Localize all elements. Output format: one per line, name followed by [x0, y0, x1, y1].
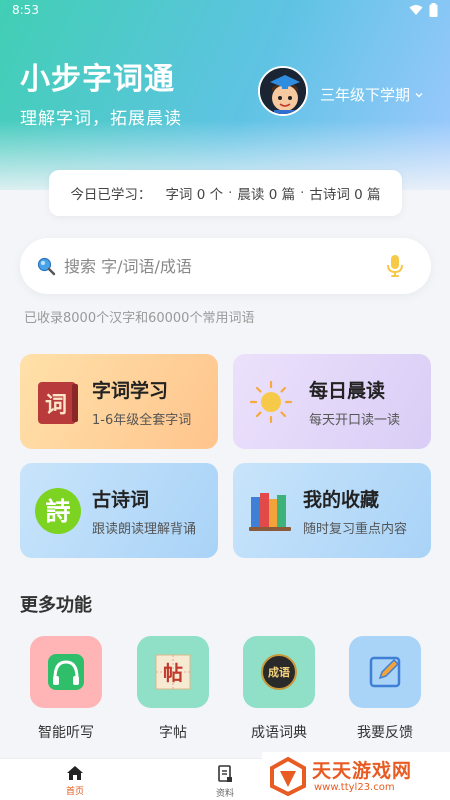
- nav-label: 首页: [65, 787, 84, 797]
- card-ancient-poems[interactable]: 詩 古诗词 跟读朗读理解背诵: [20, 463, 218, 558]
- grade-selector[interactable]: 三年级下学期: [320, 84, 424, 105]
- card-title: 字词学习: [92, 380, 169, 402]
- stats-separator: ·: [228, 185, 233, 201]
- card-desc: 1-6年级全套字词: [92, 413, 192, 428]
- stats-poems: 古诗词 0 篇: [309, 187, 381, 203]
- func-icon-bg: 帖: [137, 636, 209, 708]
- func-icon-bg: [349, 636, 421, 708]
- svg-text:词: 词: [45, 392, 67, 418]
- card-desc: 跟读朗读理解背诵: [92, 522, 197, 537]
- card-my-favorites[interactable]: 我的收藏 随时复习重点内容: [233, 463, 431, 558]
- func-label: 我要反馈: [357, 725, 413, 741]
- nav-label: 资料: [215, 789, 234, 799]
- nav-home[interactable]: 首页: [55, 765, 95, 797]
- status-bar: 8:53: [0, 0, 450, 22]
- avatar[interactable]: [258, 66, 308, 116]
- status-icons: [409, 3, 438, 17]
- card-title: 古诗词: [92, 489, 150, 511]
- card-word-learning[interactable]: 词 字词学习 1-6年级全套字词: [20, 354, 218, 449]
- func-copybook[interactable]: 帖 字帖: [128, 636, 218, 742]
- more-features-title: 更多功能: [20, 595, 92, 616]
- card-desc: 每天开口读一读: [309, 413, 401, 428]
- watermark: 天天游戏网 www.ttyl23.com: [262, 752, 450, 800]
- status-time: 8:53: [12, 3, 39, 17]
- func-icon-bg: [30, 636, 102, 708]
- card-title: 每日晨读: [309, 380, 386, 402]
- home-icon: [67, 766, 83, 780]
- wifi-icon: [409, 5, 423, 15]
- app-subtitle: 理解字词，拓展晨读: [20, 109, 182, 129]
- app-title: 小步字词通: [20, 62, 175, 97]
- books-icon: [249, 493, 291, 531]
- word-book-icon: 词: [38, 382, 78, 424]
- copybook-icon: 帖: [155, 654, 191, 690]
- poem-icon: 詩: [35, 488, 81, 534]
- grade-label: 三年级下学期: [320, 86, 411, 104]
- svg-text:帖: 帖: [163, 661, 183, 685]
- card-title: 我的收藏: [303, 489, 380, 511]
- nav-materials[interactable]: 资料: [205, 765, 245, 799]
- sun-icon: [249, 380, 293, 424]
- battery-icon: [429, 3, 438, 17]
- stats-separator: ·: [300, 185, 305, 201]
- watermark-text: 天天游戏网: [312, 760, 413, 782]
- svg-text:成语: 成语: [268, 665, 290, 679]
- card-morning-reading[interactable]: 每日晨读 每天开口读一读: [233, 354, 431, 449]
- edit-icon: [369, 656, 401, 688]
- search-box[interactable]: [20, 238, 431, 294]
- func-dictation[interactable]: 智能听写: [21, 636, 111, 742]
- stats-reading: 晨读 0 篇: [237, 187, 296, 203]
- func-label: 字帖: [159, 725, 187, 741]
- stats-words: 字词 0 个: [165, 187, 224, 203]
- today-stats-card: 今日已学习： 字词 0 个 · 晨读 0 篇 · 古诗词 0 篇: [49, 170, 402, 216]
- microphone-icon[interactable]: [385, 254, 405, 278]
- func-label: 智能听写: [38, 725, 94, 741]
- svg-text:詩: 詩: [45, 497, 70, 526]
- func-icon-bg: 成语: [243, 636, 315, 708]
- chevron-down-icon: [415, 92, 423, 97]
- headphones-icon: [48, 654, 84, 690]
- document-icon: [218, 765, 232, 782]
- idiom-icon: 成语: [261, 654, 297, 690]
- watermark-logo-icon: [270, 756, 306, 796]
- collection-note: 已收录8000个汉字和60000个常用词语: [24, 311, 255, 326]
- search-icon: [37, 257, 56, 276]
- search-input[interactable]: [64, 252, 384, 280]
- func-label: 成语词典: [251, 725, 307, 741]
- func-feedback[interactable]: 我要反馈: [340, 636, 430, 742]
- card-desc: 随时复习重点内容: [303, 522, 408, 537]
- stats-label: 今日已学习：: [70, 187, 152, 203]
- func-idiom-dictionary[interactable]: 成语 成语词典: [234, 636, 324, 742]
- watermark-url: www.ttyl23.com: [314, 782, 395, 793]
